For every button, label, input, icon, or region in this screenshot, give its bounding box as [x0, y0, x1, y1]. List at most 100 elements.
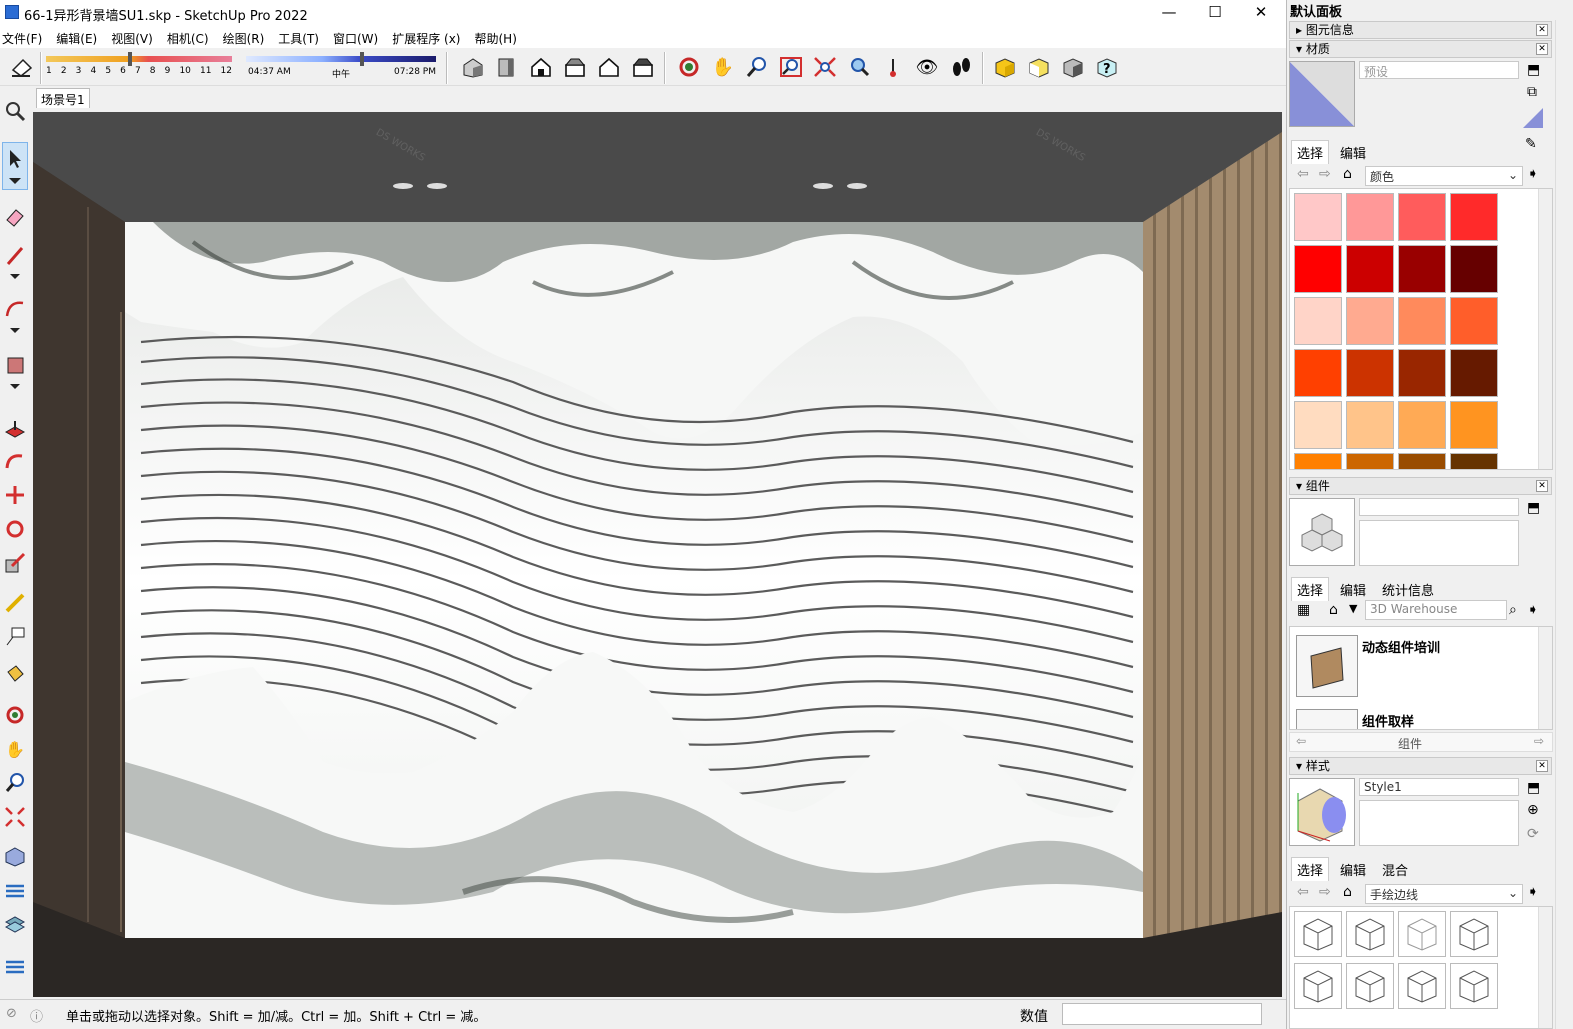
details-arrow-icon[interactable]: ➧ — [1527, 602, 1539, 618]
color-swatch[interactable] — [1294, 193, 1342, 241]
menu-draw[interactable]: 绘图(R) — [223, 26, 271, 47]
close-icon[interactable]: ✕ — [1536, 480, 1548, 492]
eraser-toolbar-icon[interactable] — [6, 52, 36, 82]
zoom-icon[interactable] — [742, 52, 772, 82]
styles-header[interactable]: ▾ 样式 ✕ — [1289, 757, 1552, 775]
close-icon[interactable]: ✕ — [1536, 24, 1548, 36]
color-swatch[interactable] — [1346, 453, 1394, 469]
color-swatch[interactable] — [1398, 245, 1446, 293]
search-icon[interactable]: ⌕ — [1509, 602, 1517, 618]
close-icon[interactable]: ✕ — [1536, 760, 1548, 772]
extension-wave-icon[interactable] — [2, 954, 28, 980]
tray-scrollbar[interactable] — [1555, 20, 1569, 1029]
pan-hand-icon[interactable]: ✋ — [708, 52, 738, 82]
color-swatch[interactable] — [1346, 245, 1394, 293]
layers-gear-icon[interactable] — [2, 878, 28, 904]
style-thumbnail[interactable] — [1450, 911, 1498, 957]
style-thumbnail[interactable] — [1294, 963, 1342, 1009]
look-around-eye-icon[interactable]: 👁 — [912, 52, 942, 82]
layers-stack-icon[interactable] — [2, 912, 28, 938]
color-swatch[interactable] — [1294, 297, 1342, 345]
color-swatch[interactable] — [1294, 453, 1342, 469]
style-options-icon[interactable]: ⬒ — [1527, 780, 1540, 796]
home-icon[interactable]: ⌂ — [1329, 602, 1338, 618]
create-style-icon[interactable]: ⊕ — [1527, 802, 1539, 818]
push-pull-icon[interactable] — [2, 416, 28, 442]
styles-tab-select[interactable]: 选择 — [1291, 857, 1330, 881]
menu-edit[interactable]: 编辑(E) — [56, 26, 103, 47]
color-swatch[interactable] — [1346, 297, 1394, 345]
forward-arrow-icon[interactable]: ⇨ — [1319, 884, 1331, 900]
components-tab-stats[interactable]: 统计信息 — [1377, 578, 1439, 601]
zoom-extents-icon[interactable] — [810, 52, 840, 82]
info-icon[interactable]: ⓘ — [30, 1006, 43, 1025]
components-tab-edit[interactable]: 编辑 — [1335, 578, 1371, 601]
help-question-icon[interactable]: ? — [1092, 52, 1122, 82]
style-thumbnail[interactable] — [1398, 911, 1446, 957]
share-model-icon[interactable] — [1024, 52, 1054, 82]
components-header[interactable]: ▾ 组件 ✕ — [1289, 477, 1552, 495]
follow-me-icon[interactable] — [2, 448, 28, 474]
component-scrollbar[interactable] — [1538, 627, 1552, 729]
iso-view-icon[interactable] — [458, 52, 488, 82]
home-icon[interactable]: ⌂ — [1343, 884, 1352, 900]
orbit-side-icon[interactable] — [2, 702, 28, 728]
arc-icon[interactable] — [2, 296, 28, 336]
pan-side-icon[interactable]: ✋ — [2, 736, 28, 762]
sandbox-icon[interactable] — [2, 844, 28, 870]
menu-tools[interactable]: 工具(T) — [278, 26, 325, 47]
tape-measure-icon[interactable] — [2, 590, 28, 616]
chevron-down-icon[interactable]: ▼ — [1349, 602, 1357, 615]
left-view-icon[interactable] — [628, 52, 658, 82]
sample-paint-icon[interactable]: ⬒ — [1527, 62, 1540, 78]
create-material-icon[interactable]: ⧉ — [1527, 84, 1537, 100]
style-thumbnail[interactable] — [1450, 963, 1498, 1009]
color-swatch[interactable] — [1450, 401, 1498, 449]
maximize-button[interactable]: ☐ — [1192, 0, 1238, 26]
front-view-icon[interactable] — [526, 52, 556, 82]
orbit-icon[interactable] — [674, 52, 704, 82]
color-swatch[interactable] — [1450, 453, 1498, 469]
scene-tab[interactable]: 场景号1 — [36, 88, 90, 108]
forward-arrow-icon[interactable]: ⇨ — [1319, 166, 1331, 182]
style-library-select[interactable]: 手绘边线 ⌄ — [1365, 884, 1523, 904]
eyedropper-icon[interactable]: ✎ — [1525, 136, 1537, 152]
style-thumbnail[interactable] — [1346, 911, 1394, 957]
home-icon[interactable]: ⌂ — [1343, 166, 1352, 182]
color-swatch[interactable] — [1294, 245, 1342, 293]
forward-arrow-icon[interactable]: ⇨ — [1534, 734, 1544, 748]
details-arrow-icon[interactable]: ➧ — [1527, 884, 1539, 900]
menu-extensions[interactable]: 扩展程序 (x) — [392, 26, 466, 47]
styles-tab-mix[interactable]: 混合 — [1377, 858, 1413, 881]
close-button[interactable]: ✕ — [1238, 0, 1284, 26]
entity-info-header[interactable]: ▸ 图元信息 ✕ — [1289, 21, 1552, 39]
component-item-title[interactable]: 组件取样 — [1362, 711, 1414, 729]
paint-bucket-icon[interactable] — [2, 660, 28, 686]
3d-viewport[interactable]: DS WORKS DS WORKS — [33, 112, 1282, 997]
update-style-icon[interactable]: ⟳ — [1527, 826, 1539, 842]
material-name-field[interactable]: 预设 — [1359, 61, 1519, 79]
move-icon[interactable] — [2, 482, 28, 508]
line-pencil-icon[interactable] — [2, 242, 28, 282]
component-description-field[interactable] — [1359, 520, 1519, 566]
position-camera-icon[interactable] — [878, 52, 908, 82]
view-options-icon[interactable]: ▦ — [1297, 602, 1310, 618]
style-description-field[interactable] — [1359, 800, 1519, 846]
color-swatch[interactable] — [1398, 401, 1446, 449]
walk-footprints-icon[interactable] — [946, 52, 976, 82]
components-tab-select[interactable]: 选择 — [1291, 577, 1330, 601]
shadow-time-slider[interactable]: 04:37 AM 中午 07:28 PM — [246, 52, 436, 82]
right-view-icon[interactable] — [560, 52, 590, 82]
eraser-icon[interactable] — [2, 204, 28, 230]
component-name-field[interactable] — [1359, 498, 1519, 516]
previous-view-icon[interactable] — [844, 52, 874, 82]
color-swatch[interactable] — [1398, 297, 1446, 345]
back-view-icon[interactable] — [594, 52, 624, 82]
color-swatch[interactable] — [1346, 401, 1394, 449]
minimize-button[interactable]: — — [1146, 0, 1192, 26]
search-magnifier-icon[interactable] — [2, 98, 28, 124]
color-swatch[interactable] — [1450, 193, 1498, 241]
material-library-select[interactable]: 颜色 ⌄ — [1365, 166, 1523, 186]
materials-tab-edit[interactable]: 编辑 — [1335, 141, 1371, 164]
shadow-month-slider[interactable]: 1 2 3 4 5 6 7 8 9 10 11 12 — [46, 52, 232, 82]
